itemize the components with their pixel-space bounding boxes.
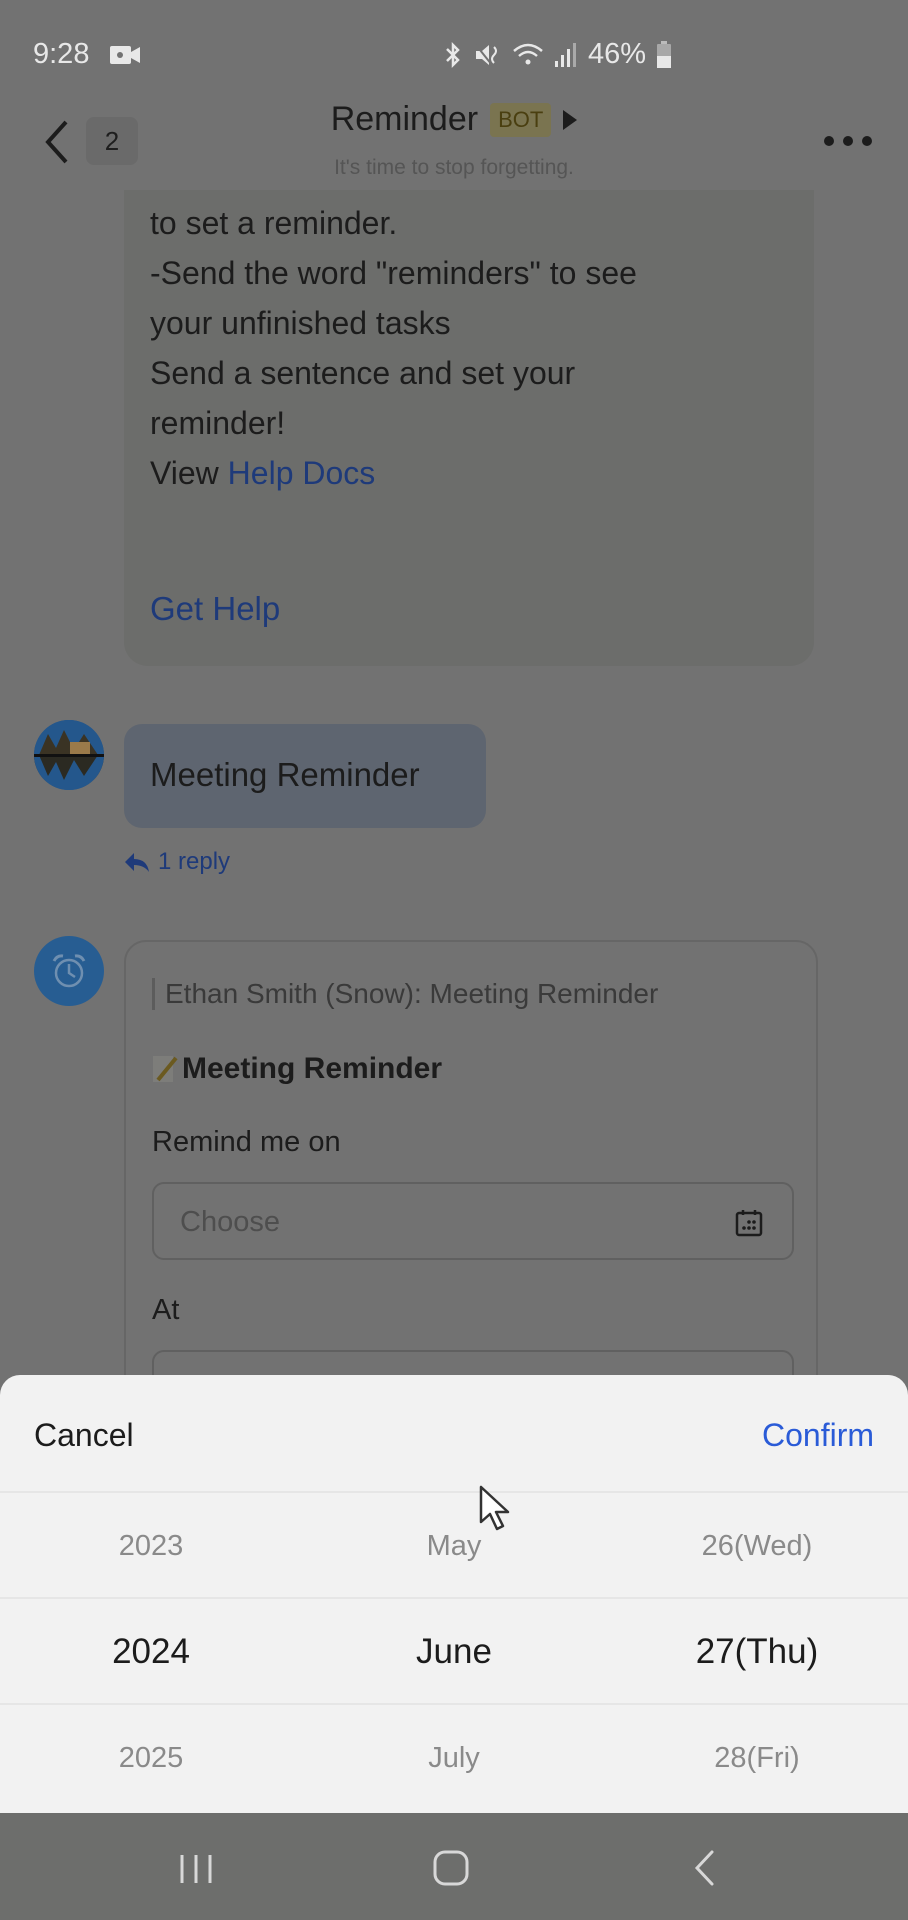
help-line: to set a reminder. bbox=[150, 205, 398, 241]
time-at-label: At bbox=[152, 1294, 180, 1326]
status-bar: 9:28 46% bbox=[0, 0, 908, 110]
expand-arrow-icon[interactable] bbox=[563, 109, 578, 130]
signal-icon bbox=[554, 42, 576, 67]
picker-row-selected[interactable]: 2024 June 27(Thu) bbox=[0, 1599, 908, 1705]
quoted-message: Ethan Smith (Snow): Meeting Reminder bbox=[152, 978, 658, 1010]
memo-pencil-icon bbox=[153, 1056, 178, 1082]
bot-avatar[interactable] bbox=[34, 936, 104, 1006]
mouse-cursor-icon bbox=[479, 1485, 510, 1531]
date-picker-field[interactable]: Choose bbox=[152, 1182, 794, 1260]
bluetooth-icon bbox=[446, 41, 460, 68]
wifi-icon bbox=[513, 43, 543, 64]
battery-percent: 46% bbox=[587, 38, 646, 70]
help-line: -Send the word "reminders" to see bbox=[150, 255, 637, 291]
chat-header: 2 Reminder BOT It's time to stop forgetti… bbox=[0, 100, 908, 190]
help-line: your unfinished tasks bbox=[150, 305, 451, 341]
year-selected[interactable]: 2024 bbox=[0, 1599, 302, 1705]
day-selected[interactable]: 27(Thu) bbox=[606, 1599, 908, 1705]
status-time: 9:28 bbox=[33, 38, 90, 70]
landscape-avatar-image bbox=[34, 720, 104, 790]
user-message-text: Meeting Reminder bbox=[150, 756, 420, 793]
more-options-icon[interactable] bbox=[824, 136, 872, 146]
help-message-bubble: to set a reminder. -Send the word "remin… bbox=[124, 190, 814, 666]
date-picker-header: Cancel Confirm bbox=[0, 1375, 908, 1493]
help-docs-link[interactable]: Help Docs bbox=[228, 455, 376, 491]
get-help-link[interactable]: Get Help bbox=[150, 590, 280, 628]
help-line: Send a sentence and set your bbox=[150, 355, 576, 391]
month-option[interactable]: May bbox=[302, 1493, 606, 1599]
calendar-icon[interactable] bbox=[734, 1208, 764, 1238]
picker-row-previous[interactable]: 2023 May 26(Wed) bbox=[0, 1493, 908, 1599]
reply-count: 1 reply bbox=[158, 848, 231, 875]
battery-icon bbox=[657, 40, 671, 68]
thread-replies-link[interactable]: 1 reply bbox=[124, 848, 230, 876]
date-placeholder: Choose bbox=[180, 1206, 280, 1238]
year-option[interactable]: 2025 bbox=[0, 1705, 302, 1811]
user-message-bubble[interactable]: Meeting Reminder bbox=[124, 724, 486, 828]
system-back-icon[interactable] bbox=[692, 1849, 718, 1887]
recent-apps-icon[interactable] bbox=[178, 1851, 214, 1887]
year-option[interactable]: 2023 bbox=[0, 1493, 302, 1599]
video-recording-icon bbox=[110, 46, 140, 64]
system-navigation-bar bbox=[0, 1813, 908, 1920]
date-picker-sheet: Cancel Confirm 2023 May 26(Wed) 2024 Jun… bbox=[0, 1375, 908, 1813]
help-line: reminder! bbox=[150, 405, 286, 441]
card-title-text: Meeting Reminder bbox=[182, 1052, 443, 1085]
user-avatar[interactable] bbox=[34, 720, 104, 790]
month-option[interactable]: July bbox=[302, 1705, 606, 1811]
chat-subtitle: It's time to stop forgetting. bbox=[334, 156, 574, 179]
day-option[interactable]: 26(Wed) bbox=[606, 1493, 908, 1599]
mute-vibrate-icon bbox=[475, 43, 497, 66]
date-wheel-picker[interactable]: 2023 May 26(Wed) 2024 June 27(Thu) 2025 … bbox=[0, 1493, 908, 1811]
month-selected[interactable]: June bbox=[302, 1599, 606, 1705]
alarm-clock-icon bbox=[52, 954, 86, 988]
bot-tag: BOT bbox=[490, 102, 552, 137]
card-title: Meeting Reminder bbox=[152, 1052, 442, 1086]
remind-on-label: Remind me on bbox=[152, 1126, 341, 1158]
confirm-button[interactable]: Confirm bbox=[762, 1417, 874, 1454]
status-icons: 46% bbox=[442, 38, 672, 71]
home-icon[interactable] bbox=[432, 1849, 470, 1887]
chat-title[interactable]: Reminder bbox=[331, 100, 478, 139]
reply-icon bbox=[125, 853, 149, 872]
cancel-button[interactable]: Cancel bbox=[34, 1417, 134, 1454]
day-option[interactable]: 28(Fri) bbox=[606, 1705, 908, 1811]
view-prefix: View bbox=[150, 455, 228, 491]
picker-row-next[interactable]: 2025 July 28(Fri) bbox=[0, 1705, 908, 1811]
